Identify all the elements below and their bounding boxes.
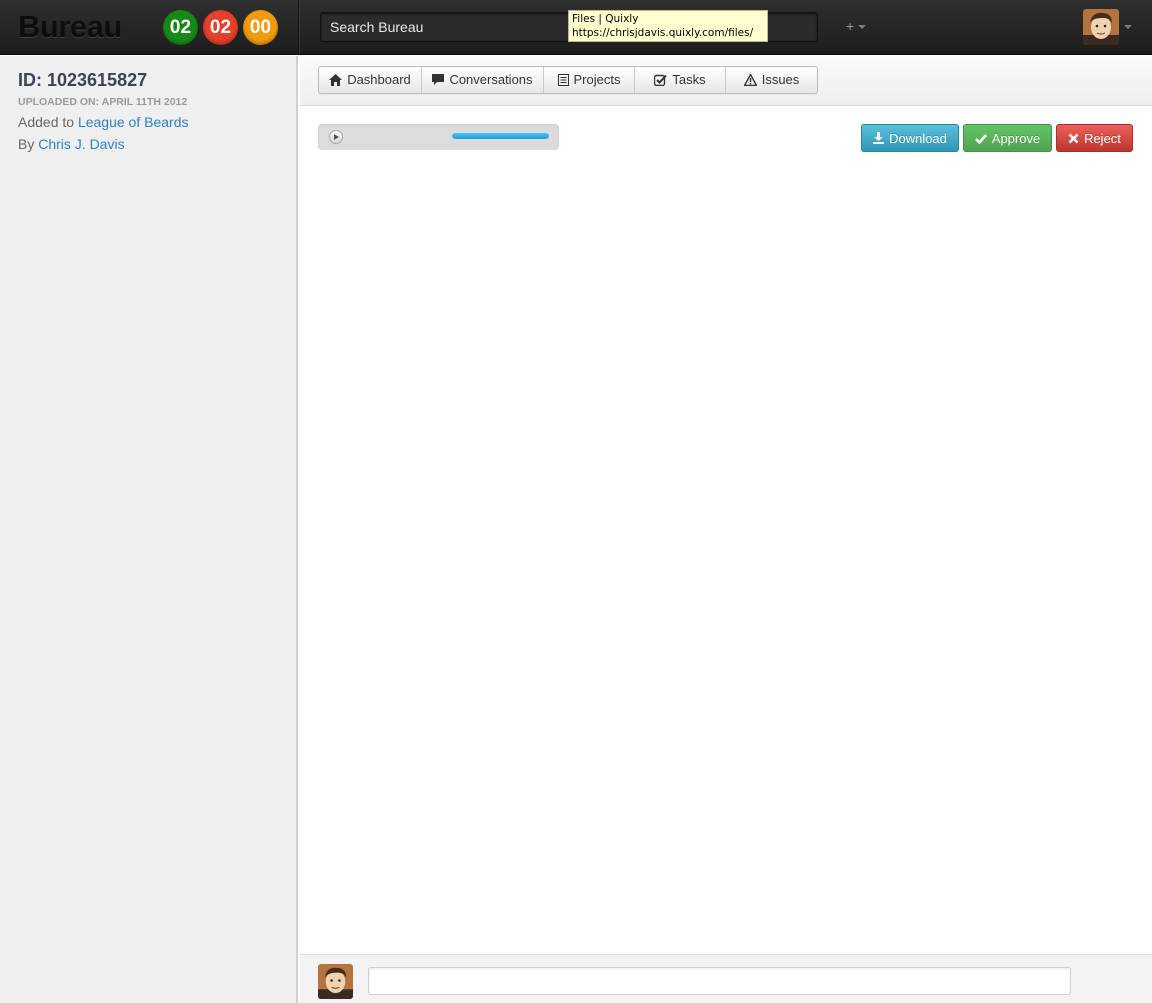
download-button[interactable]: Download: [861, 124, 959, 152]
play-icon[interactable]: [329, 130, 343, 144]
topbar-divider: [298, 0, 300, 55]
checkmark-icon: [974, 133, 987, 144]
avatar-image: [1083, 9, 1119, 45]
tab-label: Conversations: [449, 72, 533, 87]
added-prefix: Added to: [18, 114, 75, 130]
progress-fill: [452, 133, 549, 139]
reject-label: Reject: [1084, 130, 1121, 146]
tab-issues[interactable]: Issues: [726, 67, 817, 93]
author-link[interactable]: Chris J. Davis: [38, 136, 124, 152]
close-icon: [1068, 133, 1079, 143]
tooltip-url: https://chrisjdavis.quixly.com/files/: [572, 27, 754, 39]
tab-conversations[interactable]: Conversations: [422, 67, 544, 93]
chevron-down-icon: [858, 25, 867, 30]
nav-button-group: Dashboard Conversations Projects Tasks I…: [318, 66, 818, 94]
tooltip-title: Files | Quixly: [572, 13, 639, 25]
avatar-image: [318, 964, 353, 999]
comment-icon: [432, 74, 445, 85]
approve-label: Approve: [991, 130, 1041, 146]
download-icon: [873, 132, 885, 144]
top-bar: Bureau 02 02 00 Search Bureau Files | Qu…: [0, 0, 1152, 55]
user-menu-chevron-icon[interactable]: [1124, 25, 1132, 29]
plus-icon: +: [846, 18, 855, 34]
tab-dashboard[interactable]: Dashboard: [319, 67, 422, 93]
reject-button[interactable]: Reject: [1056, 124, 1133, 152]
author-line: By Chris J. Davis: [18, 136, 125, 152]
tab-tasks[interactable]: Tasks: [635, 67, 726, 93]
composer-avatar: [318, 964, 353, 999]
approve-button[interactable]: Approve: [963, 124, 1052, 152]
counter-badge-green[interactable]: 02: [163, 10, 198, 45]
tab-label: Issues: [761, 72, 800, 87]
tab-projects[interactable]: Projects: [544, 67, 635, 93]
progress-track[interactable]: [452, 133, 549, 139]
download-label: Download: [889, 130, 947, 146]
tab-label: Tasks: [672, 72, 706, 87]
added-to-line: Added to League of Beards: [18, 114, 188, 130]
add-menu-button[interactable]: +: [846, 18, 867, 34]
link-tooltip: Files | Quixly https://chrisjdavis.quixl…: [568, 10, 768, 42]
counter-badge-orange[interactable]: 00: [243, 10, 278, 45]
counter-badge-red[interactable]: 02: [203, 10, 238, 45]
upload-date: UPLOADED ON: APRIL 11TH 2012: [18, 96, 188, 108]
comment-input[interactable]: [368, 967, 1071, 995]
home-icon: [329, 74, 343, 86]
audio-player: [318, 124, 559, 150]
tab-label: Projects: [573, 72, 621, 87]
file-id-heading: ID: 1023615827: [18, 70, 148, 90]
tab-label: Dashboard: [347, 72, 411, 87]
check-icon: [654, 74, 668, 86]
project-link[interactable]: League of Beards: [78, 114, 189, 130]
comment-composer: [300, 954, 1152, 1003]
nav-bar: Dashboard Conversations Projects Tasks I…: [300, 56, 1152, 106]
list-icon: [557, 74, 569, 86]
by-prefix: By: [18, 136, 35, 152]
sidebar: ID: 1023615827 UPLOADED ON: APRIL 11TH 2…: [0, 56, 298, 1003]
app-logo[interactable]: Bureau: [18, 9, 122, 45]
warning-icon: [743, 74, 757, 86]
user-avatar[interactable]: [1083, 9, 1119, 45]
